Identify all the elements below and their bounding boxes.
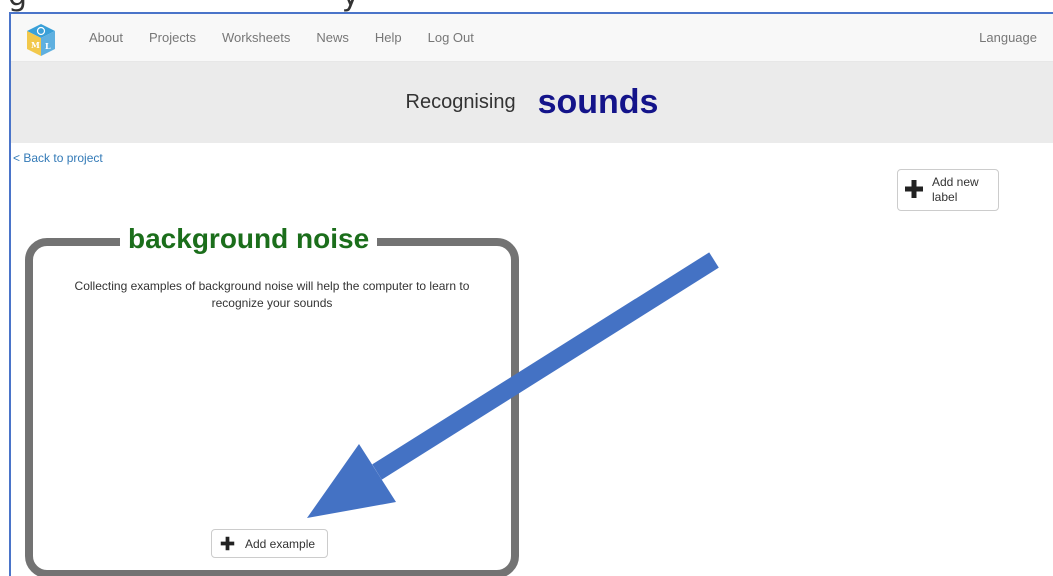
nav-projects[interactable]: Projects: [149, 30, 196, 45]
cropped-caption: g y: [8, 0, 360, 12]
plus-icon: [220, 536, 235, 551]
page-banner: Recognising sounds: [11, 62, 1053, 143]
add-new-label-text: Add new label: [932, 175, 979, 204]
nav-about[interactable]: About: [89, 30, 123, 45]
project-title: sounds: [537, 83, 659, 121]
label-description: Collecting examples of background noise …: [74, 279, 470, 310]
nav-links: About Projects Worksheets News Help Log …: [89, 14, 500, 61]
navbar: M L About Projects Worksheets News Help …: [11, 14, 1053, 62]
add-new-label-button[interactable]: Add new label: [897, 169, 999, 211]
nav-news[interactable]: News: [316, 30, 349, 45]
nav-help[interactable]: Help: [375, 30, 402, 45]
add-example-text: Add example: [245, 537, 316, 551]
ml-logo-icon[interactable]: M L: [23, 22, 59, 58]
nav-log-out[interactable]: Log Out: [428, 30, 474, 45]
svg-text:M: M: [31, 40, 40, 50]
label-card-header: background noise: [120, 223, 378, 254]
svg-text:L: L: [45, 41, 51, 51]
nav-worksheets[interactable]: Worksheets: [222, 30, 290, 45]
banner-label: Recognising: [405, 91, 516, 113]
plus-icon: [905, 180, 923, 198]
label-name: background noise: [128, 223, 370, 254]
language-menu[interactable]: Language: [979, 14, 1037, 61]
back-to-project-link[interactable]: < Back to project: [13, 151, 103, 165]
top-strip: g y: [0, 0, 1053, 12]
add-example-button[interactable]: Add example: [211, 529, 328, 558]
app-window: M L About Projects Worksheets News Help …: [9, 12, 1053, 576]
